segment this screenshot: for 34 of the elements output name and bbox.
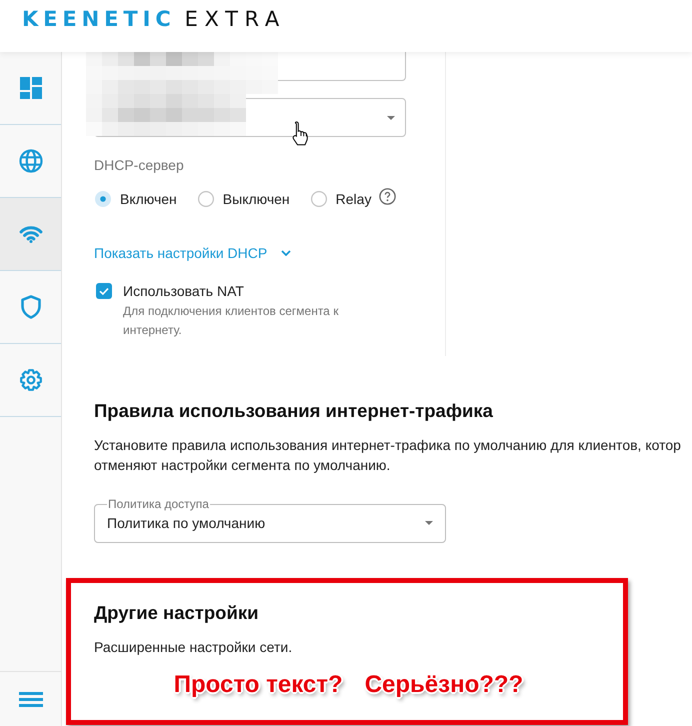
annotation-text: Просто текст? [174, 670, 343, 700]
shield-icon [20, 295, 40, 319]
model-name: EXTRA [184, 7, 286, 31]
section-description: Установите правила использования интернет-трафика по умолчанию для клиентов, котор отменяют настройки сегмента по умолчанию. [94, 436, 682, 475]
select-value: Политика по умолчанию [107, 514, 266, 533]
wifi-icon [18, 225, 42, 243]
gear-icon [18, 368, 42, 392]
checkbox[interactable] [96, 283, 112, 299]
caret-icon [387, 116, 395, 120]
checkbox-label[interactable]: Использовать NAT [123, 281, 363, 301]
radio-label[interactable]: Включен [120, 189, 177, 209]
menu-icon [18, 692, 42, 706]
brand-logo: KEENETIC [22, 7, 176, 31]
dashboard-icon [20, 77, 42, 99]
field-label: Политика доступа [107, 498, 210, 510]
input-field[interactable] [278, 52, 406, 81]
annotation-text: Серьёзно??? [364, 670, 524, 700]
chevron-down-icon [281, 250, 292, 256]
hint-text: Для подключения клиентов сегмента к интернету. [123, 303, 340, 339]
radio-label[interactable]: Выключен [222, 189, 290, 209]
hand-cursor-icon [291, 121, 309, 146]
help-icon[interactable] [379, 188, 396, 205]
nav-item[interactable] [0, 198, 61, 271]
radio-label[interactable]: Relay [336, 189, 372, 209]
globe-icon [18, 149, 42, 173]
radio-button[interactable] [198, 191, 214, 207]
radio-button[interactable] [95, 191, 111, 207]
section-title: Правила использования интернет-трафика [94, 399, 494, 423]
select-field[interactable]: Политика доступа Политика по умолчанию [94, 498, 446, 543]
section-title: Другие настройки [94, 601, 260, 625]
field-label: DHCP-сервер [94, 157, 184, 173]
radio-button[interactable] [310, 191, 327, 207]
caret-icon [425, 521, 433, 525]
section-description: Расширенные настройки сети. [94, 638, 294, 657]
